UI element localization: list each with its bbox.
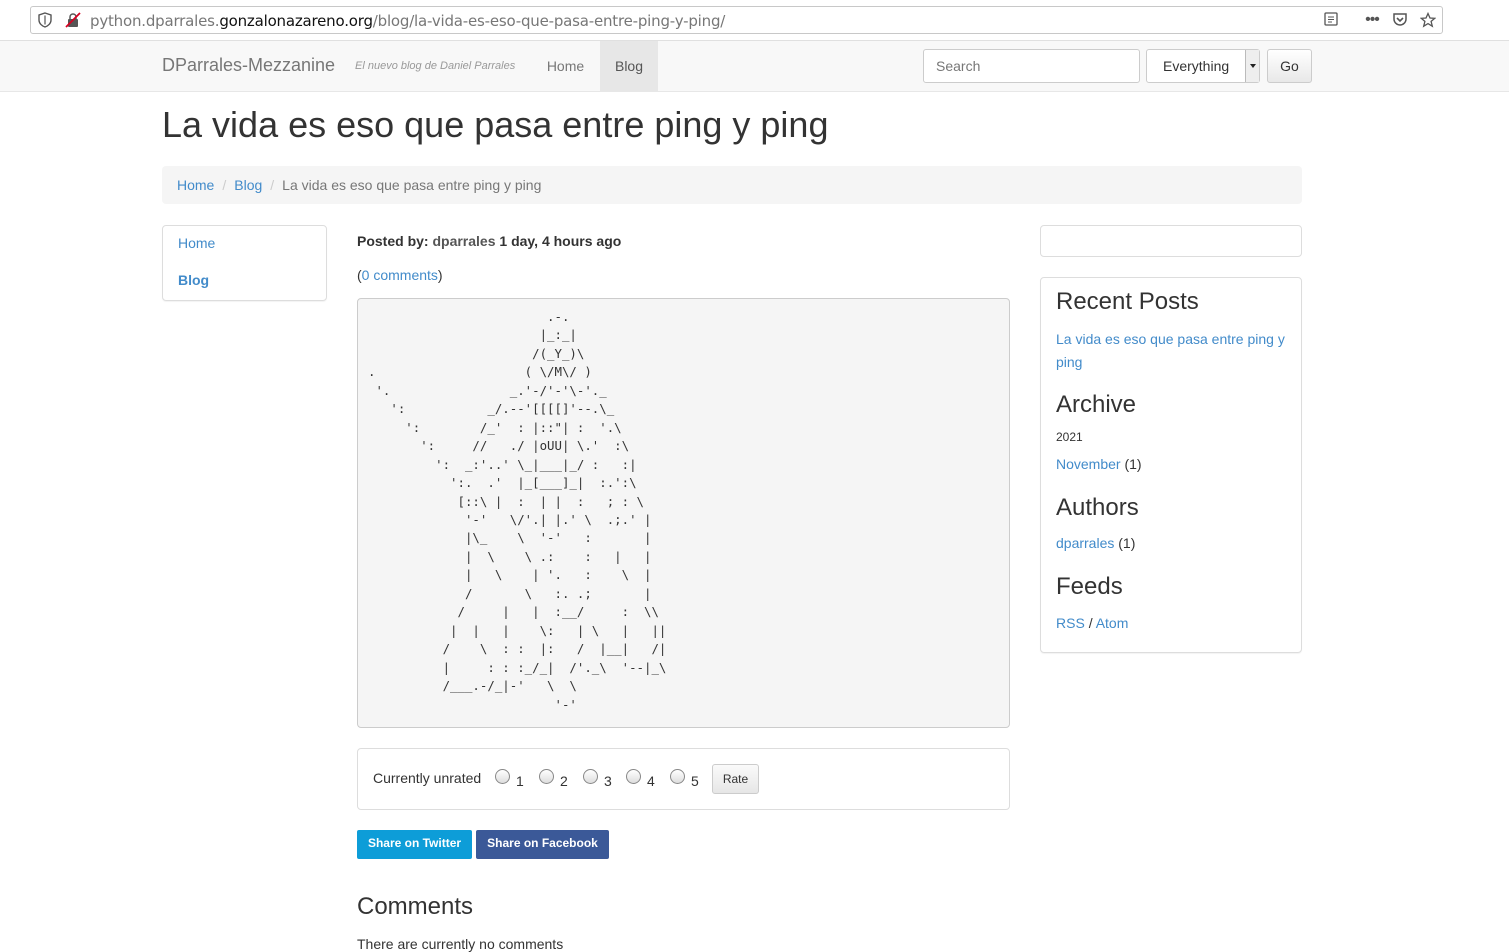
search-scope-value: Everything: [1163, 58, 1230, 74]
authors-heading: Authors: [1056, 494, 1139, 521]
chevron-down-icon: [1245, 50, 1259, 82]
comments-link[interactable]: 0 comments: [362, 267, 438, 283]
radio-button[interactable]: [583, 769, 598, 784]
comments-count: (0 comments): [357, 267, 443, 283]
archive-month-link[interactable]: November: [1056, 456, 1121, 472]
radio-button[interactable]: [626, 769, 641, 784]
ascii-art-block: .-. |_:_| /(_Y_)\ . ( \/M\/ ) '. _.'-/'-…: [357, 298, 1010, 728]
insecure-lock-icon[interactable]: [65, 12, 81, 28]
more-actions-icon[interactable]: •••: [1364, 12, 1380, 28]
rating-form: Currently unrated 1 2 3 4 5 Rate: [357, 748, 1010, 810]
search-scope-select[interactable]: Everything: [1146, 49, 1260, 83]
shield-icon[interactable]: [37, 12, 53, 28]
post-author-link[interactable]: dparrales: [432, 233, 495, 249]
nav-blog[interactable]: Blog: [600, 41, 658, 91]
left-nav: Home Blog: [162, 225, 327, 301]
author-link[interactable]: dparrales: [1056, 535, 1114, 551]
post-time: 1 day, 4 hours ago: [499, 233, 622, 249]
rss-link[interactable]: RSS: [1056, 615, 1085, 631]
reader-view-icon[interactable]: [1323, 12, 1339, 28]
page-title: La vida es eso que pasa entre ping y pin…: [162, 104, 829, 145]
archive-heading: Archive: [1056, 391, 1137, 418]
breadcrumb-current: La vida es eso que pasa entre ping y pin…: [282, 177, 542, 193]
share-facebook-button[interactable]: Share on Facebook: [476, 830, 609, 859]
breadcrumb-home[interactable]: Home: [177, 177, 214, 193]
breadcrumb-blog[interactable]: Blog: [234, 177, 262, 193]
breadcrumb: Home / Blog / La vida es eso que pasa entre …: [162, 166, 1302, 204]
sidebar-panel: Recent Posts La vida es eso que pasa ent…: [1040, 277, 1302, 653]
browser-toolbar: python.dparrales.gonzalonazareno.org/blo…: [0, 0, 1509, 41]
rate-button[interactable]: Rate: [712, 764, 759, 794]
search-go-button[interactable]: Go: [1267, 49, 1312, 83]
recent-post-link[interactable]: La vida es eso que pasa entre ping y pin…: [1056, 331, 1285, 370]
radio-button[interactable]: [495, 769, 510, 784]
nav-home[interactable]: Home: [531, 41, 600, 91]
breadcrumb-separator: /: [222, 177, 227, 193]
atom-link[interactable]: Atom: [1096, 615, 1129, 631]
radio-button[interactable]: [539, 769, 554, 784]
recent-post-item: La vida es eso que pasa entre ping y pin…: [1056, 328, 1291, 374]
share-twitter-button[interactable]: Share on Twitter: [357, 830, 472, 859]
feeds-item: RSS / Atom: [1056, 615, 1129, 631]
radio-button[interactable]: [670, 769, 685, 784]
recent-posts-heading: Recent Posts: [1056, 288, 1199, 315]
feeds-heading: Feeds: [1056, 573, 1123, 600]
sidebar-empty-panel: [1040, 225, 1302, 257]
left-nav-home[interactable]: Home: [178, 235, 215, 251]
site-navbar: DParrales-Mezzanine El nuevo blog de Dan…: [0, 41, 1509, 92]
archive-month-item: November (1): [1056, 456, 1142, 472]
site-brand[interactable]: DParrales-Mezzanine: [162, 55, 335, 76]
site-tagline: El nuevo blog de Daniel Parrales: [355, 60, 516, 72]
posted-by-label: Posted by:: [357, 233, 429, 249]
bookmark-star-icon[interactable]: [1419, 11, 1437, 28]
url-text[interactable]: python.dparrales.gonzalonazareno.org/blo…: [90, 12, 725, 30]
pocket-icon[interactable]: [1392, 12, 1408, 28]
left-nav-blog[interactable]: Blog: [178, 272, 209, 288]
breadcrumb-separator: /: [270, 177, 275, 193]
author-item: dparrales (1): [1056, 535, 1136, 551]
address-bar[interactable]: python.dparrales.gonzalonazareno.org/blo…: [30, 6, 1443, 34]
rating-label: Currently unrated: [373, 770, 482, 786]
archive-year: 2021: [1056, 430, 1083, 444]
no-comments-text: There are currently no comments: [357, 936, 564, 952]
search-input[interactable]: [923, 49, 1140, 83]
comments-heading: Comments: [357, 893, 474, 920]
post-meta: Posted by: dparrales 1 day, 4 hours ago: [357, 233, 621, 249]
